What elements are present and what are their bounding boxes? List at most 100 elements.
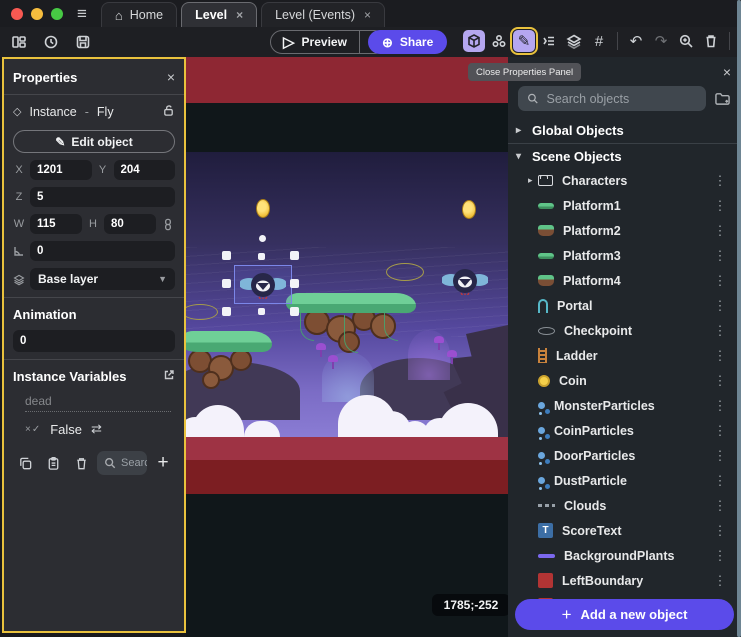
object-menu-icon[interactable]: ⋮: [706, 373, 734, 389]
coin-object[interactable]: [462, 200, 476, 219]
main-menu-icon[interactable]: ≡: [77, 4, 87, 24]
top-boundary-object[interactable]: [186, 57, 508, 103]
object-menu-icon[interactable]: ⋮: [706, 223, 734, 239]
variable-value[interactable]: False: [50, 422, 82, 437]
object-menu-icon[interactable]: ⋮: [706, 498, 734, 514]
object-list-item[interactable]: ▸ Clouds ⋮: [508, 493, 734, 518]
object-menu-icon[interactable]: ⋮: [706, 298, 734, 314]
scene-objects-section[interactable]: ▾ Scene Objects: [508, 145, 734, 167]
animation-input[interactable]: [13, 330, 175, 352]
fly-instance[interactable]: [442, 267, 488, 295]
object-list-item[interactable]: ▸ Checkpoint ⋮: [508, 318, 734, 343]
resize-handle[interactable]: [258, 308, 265, 315]
unlock-icon[interactable]: [162, 104, 175, 120]
object-list-item[interactable]: ▸ Platform1 ⋮: [508, 193, 734, 218]
object-list-item[interactable]: ▸ Coin ⋮: [508, 368, 734, 393]
objects-search-input[interactable]: [547, 92, 697, 106]
global-objects-section[interactable]: ▸ Global Objects: [508, 119, 734, 141]
z-input[interactable]: [30, 187, 175, 207]
edit-object-button[interactable]: ✎ Edit object: [13, 130, 175, 153]
height-input[interactable]: [104, 214, 156, 234]
close-tab-icon[interactable]: ×: [236, 8, 243, 22]
close-tab-icon[interactable]: ×: [364, 8, 371, 22]
object-list-item[interactable]: ▸ LeftBoundary ⋮: [508, 568, 734, 593]
close-objects-panel-icon[interactable]: ×: [723, 64, 731, 80]
maximize-window-button[interactable]: [51, 8, 63, 20]
delete-icon[interactable]: [700, 30, 722, 52]
background-mushroom[interactable]: [434, 336, 444, 350]
resize-handle[interactable]: [290, 251, 299, 260]
properties-panel-icon[interactable]: ✎: [513, 30, 535, 52]
trash-icon[interactable]: [69, 451, 93, 475]
tab-level-events[interactable]: Level (Events) ×: [261, 2, 385, 27]
resize-handle[interactable]: [222, 307, 231, 316]
object-list-item[interactable]: ▸ BackgroundPlants ⋮: [508, 543, 734, 568]
variables-search-input[interactable]: [97, 451, 147, 475]
undo-icon[interactable]: ↶: [625, 30, 647, 52]
object-list-item[interactable]: ▸ Portal ⋮: [508, 293, 734, 318]
object-menu-icon[interactable]: ⋮: [706, 423, 734, 439]
object-menu-icon[interactable]: ⋮: [706, 323, 734, 339]
objects-search[interactable]: [518, 86, 706, 111]
resize-handle[interactable]: [290, 279, 299, 288]
object-list-item[interactable]: ▸ Platform3 ⋮: [508, 243, 734, 268]
object-menu-icon[interactable]: ⋮: [706, 398, 734, 414]
object-groups-icon[interactable]: [488, 30, 510, 52]
x-input[interactable]: [30, 160, 92, 180]
close-window-button[interactable]: [11, 8, 23, 20]
scrollbar[interactable]: [737, 0, 741, 637]
layers-icon[interactable]: [563, 30, 585, 52]
resize-handle[interactable]: [222, 279, 231, 288]
platform-island[interactable]: [186, 331, 272, 393]
object-menu-icon[interactable]: ⋮: [706, 523, 734, 539]
object-list-item[interactable]: ▸ DustParticle ⋮: [508, 468, 734, 493]
share-button[interactable]: ⊕ Share: [368, 30, 447, 54]
redo-icon[interactable]: ↷: [650, 30, 672, 52]
minimize-window-button[interactable]: [31, 8, 43, 20]
copy-icon[interactable]: [13, 451, 37, 475]
close-properties-icon[interactable]: ×: [167, 69, 175, 85]
tab-level[interactable]: Level ×: [181, 2, 257, 27]
toggle-panels-icon[interactable]: [8, 31, 30, 53]
object-list-item[interactable]: ▸ MonsterParticles ⋮: [508, 393, 734, 418]
checkpoint-wireframe[interactable]: [386, 263, 424, 281]
object-menu-icon[interactable]: ⋮: [706, 173, 734, 189]
history-icon[interactable]: [40, 31, 62, 53]
object-menu-icon[interactable]: ⋮: [706, 273, 734, 289]
grid-icon[interactable]: #: [588, 30, 610, 52]
object-menu-icon[interactable]: ⋮: [706, 248, 734, 264]
window-controls[interactable]: [11, 8, 63, 20]
object-menu-icon[interactable]: ⋮: [706, 548, 734, 564]
angle-input[interactable]: [30, 241, 175, 261]
ground-boundary-object[interactable]: [186, 460, 508, 494]
variables-search-field[interactable]: [121, 457, 147, 469]
object-list-item[interactable]: ▸ Ladder ⋮: [508, 343, 734, 368]
open-variables-icon[interactable]: [163, 369, 175, 384]
object-list-item[interactable]: ▸ DoorParticles ⋮: [508, 443, 734, 468]
add-new-object-button[interactable]: + Add a new object: [515, 599, 734, 630]
add-folder-icon[interactable]: [714, 91, 731, 106]
coin-object[interactable]: [256, 199, 270, 218]
lock-aspect-ratio-icon[interactable]: [161, 218, 175, 231]
paste-icon[interactable]: [41, 451, 65, 475]
instances-list-icon[interactable]: [538, 30, 560, 52]
object-list-item[interactable]: ▸ ScoreText ⋮: [508, 518, 734, 543]
ground-boundary-object[interactable]: [186, 437, 508, 460]
object-menu-icon[interactable]: ⋮: [706, 348, 734, 364]
fly-instance-selected[interactable]: [240, 271, 286, 299]
objects-panel-icon[interactable]: [463, 30, 485, 52]
object-menu-icon[interactable]: ⋮: [706, 473, 734, 489]
y-input[interactable]: [114, 160, 176, 180]
add-variable-icon[interactable]: +: [151, 451, 175, 475]
background-mushroom[interactable]: [447, 350, 457, 364]
object-list-item[interactable]: ▸ CoinParticles ⋮: [508, 418, 734, 443]
width-input[interactable]: [30, 214, 82, 234]
platform-island[interactable]: [286, 293, 416, 363]
object-list-item[interactable]: ▸ Characters ⋮: [508, 168, 734, 193]
zoom-in-icon[interactable]: [675, 30, 697, 52]
object-menu-icon[interactable]: ⋮: [706, 198, 734, 214]
object-menu-icon[interactable]: ⋮: [706, 573, 734, 589]
object-menu-icon[interactable]: ⋮: [706, 448, 734, 464]
resize-handle[interactable]: [290, 307, 299, 316]
resize-handle[interactable]: [258, 253, 265, 260]
